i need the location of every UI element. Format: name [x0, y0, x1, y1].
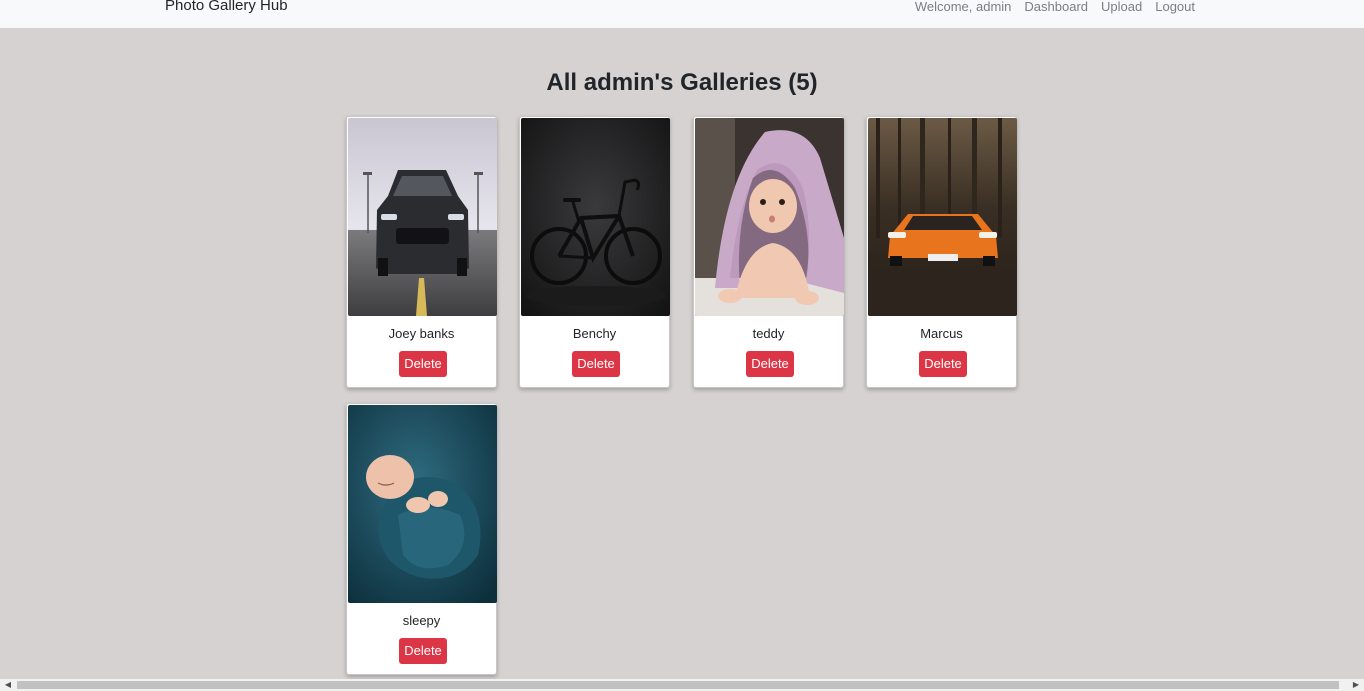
gallery-card-teddy[interactable]: teddy Delete [693, 116, 844, 388]
scrollbar-thumb[interactable] [17, 681, 1339, 689]
delete-button[interactable]: Delete [919, 351, 967, 377]
gallery-image-benchy[interactable] [521, 118, 670, 316]
delete-button[interactable]: Delete [399, 638, 447, 664]
scroll-right-arrow-icon[interactable]: ▶ [1350, 679, 1362, 691]
nav-links: Welcome, admin Dashboard Upload Logout [915, 0, 1195, 17]
scroll-left-arrow-icon[interactable]: ◀ [2, 679, 14, 691]
welcome-text: Welcome, admin [914, 0, 1012, 14]
gallery-image-marcus[interactable] [868, 118, 1017, 316]
delete-button[interactable]: Delete [572, 351, 620, 377]
gallery-card-benchy[interactable]: Benchy Delete [519, 116, 670, 388]
gallery-image-sleepy[interactable] [348, 405, 497, 603]
nav-link-logout[interactable]: Logout [1155, 0, 1195, 17]
gallery-name: sleepy [402, 613, 441, 628]
navbar: Photo Gallery Hub Welcome, admin Dashboa… [0, 0, 1364, 28]
gallery-name: Marcus [920, 326, 963, 341]
delete-button[interactable]: Delete [746, 351, 794, 377]
nav-link-dashboard[interactable]: Dashboard [1024, 0, 1088, 17]
gallery-card-joey-banks[interactable]: Joey banks Delete [346, 116, 497, 388]
gallery-card-marcus[interactable]: Marcus Delete [866, 116, 1017, 388]
gallery-image-joey-banks[interactable] [348, 118, 497, 316]
gallery-image-teddy[interactable] [695, 118, 844, 316]
nav-link-upload[interactable]: Upload [1101, 0, 1142, 17]
gallery-name: Benchy [572, 326, 617, 341]
horizontal-scrollbar[interactable]: ◀ ▶ [0, 679, 1364, 691]
brand-link[interactable]: Photo Gallery Hub [165, 0, 288, 17]
gallery-name: teddy [752, 326, 785, 341]
gallery-card-sleepy[interactable]: sleepy Delete [346, 403, 497, 675]
page-title: All admin's Galleries (5) [546, 69, 818, 96]
delete-button[interactable]: Delete [399, 351, 447, 377]
gallery-name: Joey banks [388, 326, 455, 341]
